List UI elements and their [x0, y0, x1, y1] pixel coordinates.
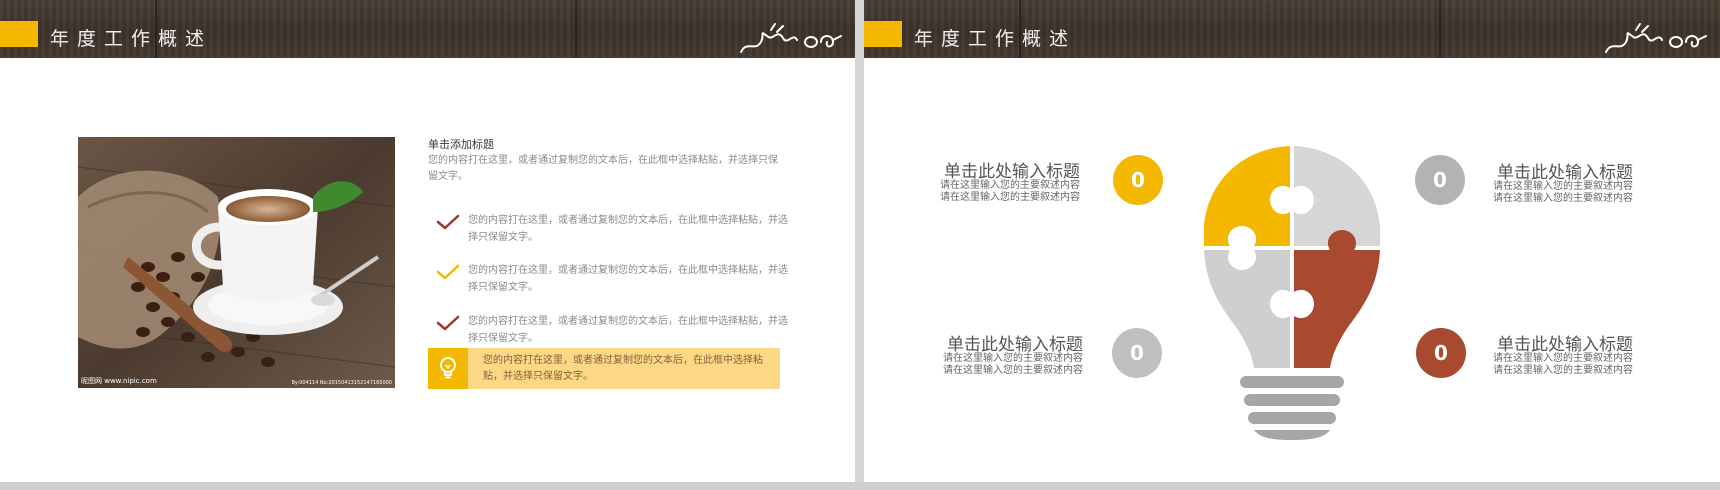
bullet-text: 您的内容打在这里，或者通过复制您的文本后，在此框中选择粘贴，并选择只保留文字。	[468, 215, 788, 243]
board-seam	[575, 0, 577, 58]
highlight-box: 您的内容打在这里，或者通过复制您的文本后，在此框中选择粘贴，并选择只保留文字。	[428, 348, 780, 389]
checkmark-icon	[436, 214, 460, 230]
coffee-photo: 昵图网 www.nipic.com By:004114 No:201504131…	[78, 137, 395, 388]
item-desc-bottom-left: 请在这里输入您的主要叙述内容	[943, 365, 1083, 376]
bulb-base-tip	[1254, 430, 1330, 440]
photo-watermark: 昵图网 www.nipic.com	[81, 377, 157, 385]
slide-1: 年度工作概述 昵图网 www.nipic.com By:004114 No:20…	[0, 0, 855, 482]
item-desc-bottom-right: 请在这里输入您的主要叙述内容	[1493, 353, 1633, 364]
bullet-text: 您的内容打在这里，或者通过复制您的文本后，在此框中选择粘贴，并选择只保留文字。	[468, 265, 788, 293]
header-accent-block	[0, 21, 38, 47]
lightbulb-icon	[440, 357, 456, 379]
number-circle-top-right: 0	[1415, 155, 1465, 205]
slide-header: 年度工作概述	[0, 0, 855, 58]
item-desc-top-left: 请在这里输入您的主要叙述内容	[940, 180, 1080, 191]
bullet-item: 您的内容打在这里，或者通过复制您的文本后，在此框中选择粘贴，并选择只保留文字。	[436, 262, 788, 302]
bullet-text: 您的内容打在这里，或者通过复制您的文本后，在此框中选择粘贴，并选择只保留文字。	[468, 316, 788, 344]
number-circle-bottom-right: 0	[1416, 328, 1466, 378]
section-paragraph: 您的内容打在这里，或者通过复制您的文本后，在此框中选择粘贴，并选择只保留文字。	[428, 155, 778, 182]
bullet-item: 您的内容打在这里，或者通过复制您的文本后，在此框中选择粘贴，并选择只保留文字。	[436, 212, 788, 252]
slide-header: 年度工作概述	[864, 0, 1720, 58]
item-title-top-right: 单击此处输入标题	[1497, 163, 1633, 183]
number-circle-bottom-left: 0	[1112, 328, 1162, 378]
header-title: 年度工作概述	[50, 28, 213, 50]
item-desc-top-right: 请在这里输入您的主要叙述内容	[1493, 181, 1633, 192]
checkmark-icon	[436, 264, 460, 280]
section-heading: 单击添加标题	[428, 138, 494, 151]
item-title-top-left: 单击此处输入标题	[944, 162, 1080, 182]
bulb-piece-bottom-right	[1294, 230, 1380, 368]
bottom-band	[0, 482, 1720, 490]
item-desc-bottom-right: 请在这里输入您的主要叙述内容	[1493, 365, 1633, 376]
item-desc-top-left: 请在这里输入您的主要叙述内容	[940, 192, 1080, 203]
header-accent-block	[864, 21, 902, 47]
board-seam	[1439, 0, 1441, 58]
checkmark-icon	[436, 315, 460, 331]
item-desc-bottom-left: 请在这里输入您的主要叙述内容	[943, 353, 1083, 364]
bulb-base-ring	[1244, 394, 1340, 406]
chalk-doodle-icon	[740, 23, 842, 53]
number-circle-top-left: 0	[1113, 155, 1163, 205]
coffee-photo-image	[78, 137, 395, 388]
item-title-bottom-right: 单击此处输入标题	[1497, 335, 1633, 355]
photo-watermark-id: By:004114 No:20150413152147165000	[291, 380, 393, 386]
chalk-doodle-icon	[1605, 23, 1707, 53]
highlight-icon-box	[428, 348, 468, 389]
highlight-text: 您的内容打在这里，或者通过复制您的文本后，在此框中选择粘贴，并选择只保留文字。	[483, 355, 763, 382]
bullet-item: 您的内容打在这里，或者通过复制您的文本后，在此框中选择粘贴，并选择只保留文字。	[436, 313, 788, 353]
bulb-piece-top-left	[1204, 146, 1290, 246]
header-title: 年度工作概述	[914, 28, 1077, 50]
bulb-piece-bottom-left	[1204, 250, 1290, 368]
puzzle-lightbulb-graphic	[1204, 146, 1380, 440]
item-desc-top-right: 请在这里输入您的主要叙述内容	[1493, 193, 1633, 204]
slide-2: 年度工作概述 单击此处输入标题 请在这里输入您的主要叙述内容 请在这里输入您的主…	[864, 0, 1720, 482]
bulb-base-ring	[1240, 376, 1344, 388]
item-title-bottom-left: 单击此处输入标题	[947, 335, 1083, 355]
bulb-base-ring	[1248, 412, 1336, 424]
